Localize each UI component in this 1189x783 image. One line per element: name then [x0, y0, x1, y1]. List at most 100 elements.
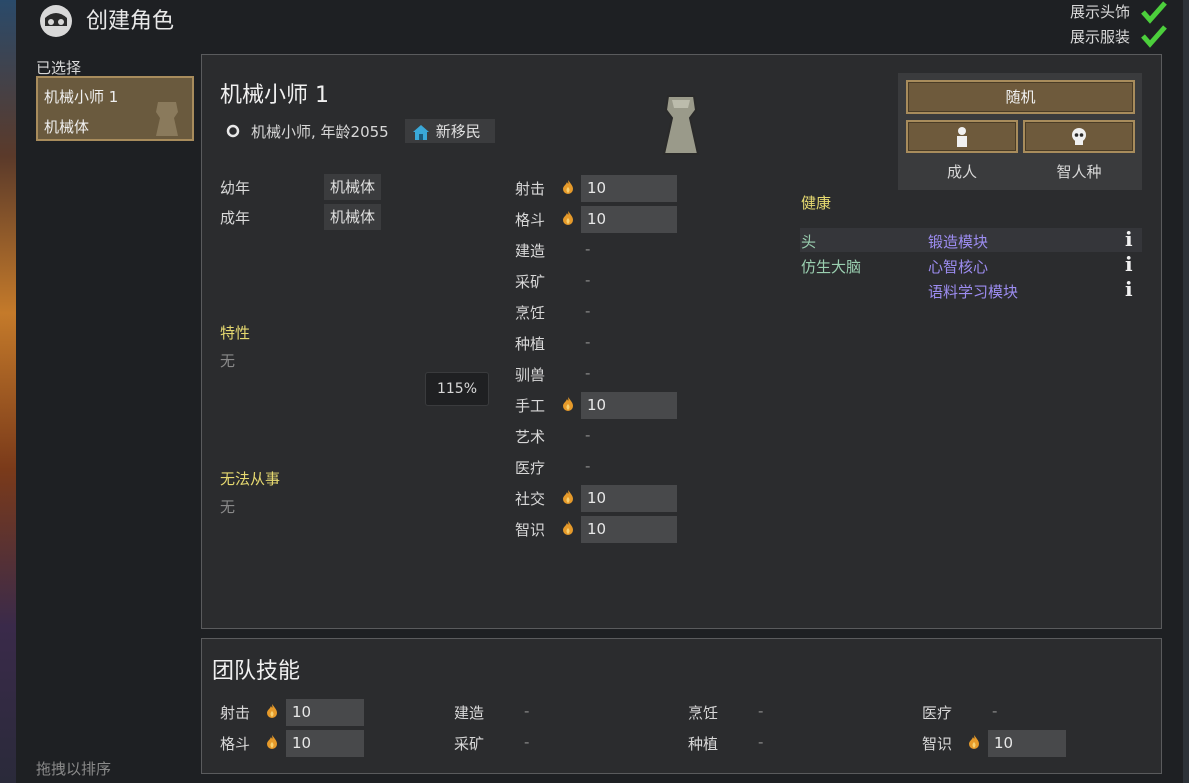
skill-level-bar[interactable]: 10 — [581, 175, 677, 202]
traits-label: 特性 — [220, 324, 251, 342]
pawn-name[interactable]: 机械小师 1 — [220, 77, 329, 109]
incapable-label: 无法从事 — [220, 470, 281, 488]
team-skill-name: 医疗 — [922, 704, 953, 722]
skill-level-bar[interactable]: 10 — [581, 516, 677, 543]
passion-indicator — [562, 210, 574, 226]
team-skill-name: 烹饪 — [688, 704, 719, 722]
pawn-description: 机械小师, 年龄2055 — [251, 123, 389, 141]
team-skill-empty: - — [524, 733, 530, 751]
skill-name: 医疗 — [515, 459, 546, 477]
skill-name: 种植 — [515, 335, 546, 353]
skill-name: 社交 — [515, 490, 546, 508]
skill-name: 采矿 — [515, 273, 546, 291]
skill-name: 格斗 — [515, 211, 546, 229]
faction-label: 新移民 — [435, 122, 481, 141]
skill-level-bar[interactable]: 10 — [581, 485, 677, 512]
adult-icon — [957, 127, 967, 147]
team-skill-name: 射击 — [220, 704, 251, 722]
show-apparel-checkbox[interactable] — [1140, 24, 1168, 48]
skill-level-empty: - — [585, 271, 591, 289]
team-skills-title: 团队技能 — [212, 659, 301, 684]
health-part: 头 — [801, 233, 817, 251]
adult-label: 成人 — [946, 163, 977, 181]
health-label: 健康 — [801, 194, 832, 212]
gender-icon — [226, 124, 240, 138]
info-icon[interactable]: i — [1125, 277, 1133, 301]
drag-to-sort-hint: 拖拽以排序 — [36, 760, 112, 778]
team-skill-name: 格斗 — [220, 735, 251, 753]
page-title: 创建角色 — [86, 9, 175, 34]
skill-name: 驯兽 — [515, 366, 546, 384]
passion-indicator — [968, 734, 980, 750]
passion-indicator — [562, 179, 574, 195]
adulthood-value[interactable]: 机械体 — [324, 204, 382, 230]
pawn-card-type: 机械体 — [44, 118, 90, 136]
show-apparel-label: 展示服装 — [1070, 28, 1131, 46]
health-item[interactable]: 心智核心 — [928, 256, 988, 277]
skill-name: 建造 — [515, 242, 546, 260]
childhood-value[interactable]: 机械体 — [324, 174, 382, 200]
adult-button[interactable] — [906, 120, 1018, 153]
skill-level-empty: - — [585, 364, 591, 382]
skill-level-empty: - — [585, 333, 591, 351]
xenotype-label: 智人种 — [1056, 163, 1102, 181]
flame-icon — [267, 704, 277, 718]
flame-icon — [563, 521, 573, 535]
team-skill-empty: - — [758, 733, 764, 751]
passion-indicator — [266, 734, 278, 750]
info-icon[interactable]: i — [1125, 227, 1133, 251]
health-item[interactable]: 锻造模块 — [928, 231, 988, 252]
team-skill-name: 智识 — [922, 735, 953, 753]
info-icon[interactable]: i — [1125, 252, 1133, 276]
team-skill-name: 建造 — [454, 704, 485, 722]
skill-name: 射击 — [515, 180, 546, 198]
pawn-card-portrait — [150, 98, 184, 138]
show-headgear-checkbox[interactable] — [1140, 0, 1168, 24]
passion-indicator — [562, 520, 574, 536]
skill-level-bar[interactable]: 10 — [581, 392, 677, 419]
flame-icon — [267, 735, 277, 749]
passion-indicator — [562, 396, 574, 412]
xenotype-button[interactable] — [1023, 120, 1135, 153]
childhood-label: 幼年 — [220, 179, 251, 197]
flame-icon — [563, 490, 573, 504]
home-icon — [411, 123, 431, 141]
skill-name: 智识 — [515, 521, 546, 539]
passion-indicator — [562, 489, 574, 505]
team-skill-name: 采矿 — [454, 735, 485, 753]
skill-level-empty: - — [585, 240, 591, 258]
pawn-card[interactable]: 机械小师 1 机械体 — [36, 76, 194, 141]
traits-value: 无 — [220, 352, 236, 370]
health-part: 仿生大脑 — [801, 258, 862, 276]
pawn-portrait — [660, 92, 702, 160]
faction-chip[interactable]: 新移民 — [405, 119, 495, 143]
checkmark-icon — [1141, 1, 1167, 24]
health-item[interactable]: 语料学习模块 — [928, 281, 1018, 302]
flame-icon — [563, 211, 573, 225]
team-skill-empty: - — [992, 702, 998, 720]
skill-name: 手工 — [515, 397, 546, 415]
team-skill-name: 种植 — [688, 735, 719, 753]
team-skill-empty: - — [524, 702, 530, 720]
show-headgear-label: 展示头饰 — [1070, 3, 1131, 21]
background-art — [0, 0, 16, 783]
skill-level-empty: - — [585, 457, 591, 475]
team-skill-level: 10 — [988, 730, 1066, 757]
team-skill-level: 10 — [286, 730, 364, 757]
selected-label: 已选择 — [36, 59, 82, 77]
flame-icon — [563, 397, 573, 411]
flame-icon — [563, 180, 573, 194]
pawn-card-name: 机械小师 1 — [44, 88, 119, 106]
checkmark-icon — [1141, 25, 1167, 48]
skill-level-empty: - — [585, 426, 591, 444]
passion-indicator — [266, 703, 278, 719]
skill-level-bar[interactable]: 10 — [581, 206, 677, 233]
team-skill-level: 10 — [286, 699, 364, 726]
skill-level-empty: - — [585, 302, 591, 320]
incapable-value: 无 — [220, 498, 236, 516]
mech-head-icon — [37, 2, 75, 40]
randomize-button[interactable]: 随机 — [906, 80, 1135, 114]
window-edge — [1183, 0, 1189, 783]
skill-name: 艺术 — [515, 428, 546, 446]
percent-tooltip: 115% — [425, 372, 489, 406]
